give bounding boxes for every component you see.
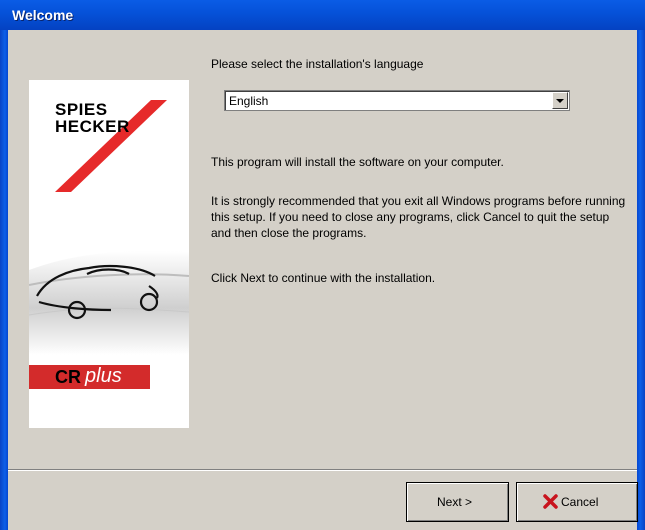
x-icon <box>543 494 558 509</box>
chevron-down-icon[interactable] <box>552 92 568 109</box>
button-separator <box>8 469 637 471</box>
warning-text: It is strongly recommended that you exit… <box>211 194 626 240</box>
next-button-label: Next > <box>437 495 473 509</box>
setup-banner: SPIES HECKER CR plus <box>29 80 189 428</box>
window-frame-left <box>0 30 8 530</box>
title-bar[interactable]: Welcome <box>0 0 645 30</box>
window-title: Welcome <box>12 7 74 23</box>
next-button[interactable]: Next > <box>406 482 509 522</box>
language-selected-value: English <box>229 94 269 108</box>
continue-instruction-text: Click Next to continue with the installa… <box>211 271 436 285</box>
product-logo: CR plus <box>29 365 150 389</box>
cancel-button-label: Cancel <box>561 495 599 509</box>
cancel-button[interactable]: Cancel <box>516 482 638 522</box>
window-frame-right <box>637 30 645 530</box>
product-logo-bold: CR <box>55 367 81 387</box>
dialog-content: SPIES HECKER CR plus Please select the i… <box>8 30 638 530</box>
product-logo-italic: plus <box>85 365 122 387</box>
language-dropdown[interactable]: English <box>224 90 570 111</box>
install-info-text: This program will install the software o… <box>211 155 504 169</box>
language-label: Please select the installation's languag… <box>211 57 424 71</box>
brand-name-line2: HECKER <box>55 117 130 136</box>
